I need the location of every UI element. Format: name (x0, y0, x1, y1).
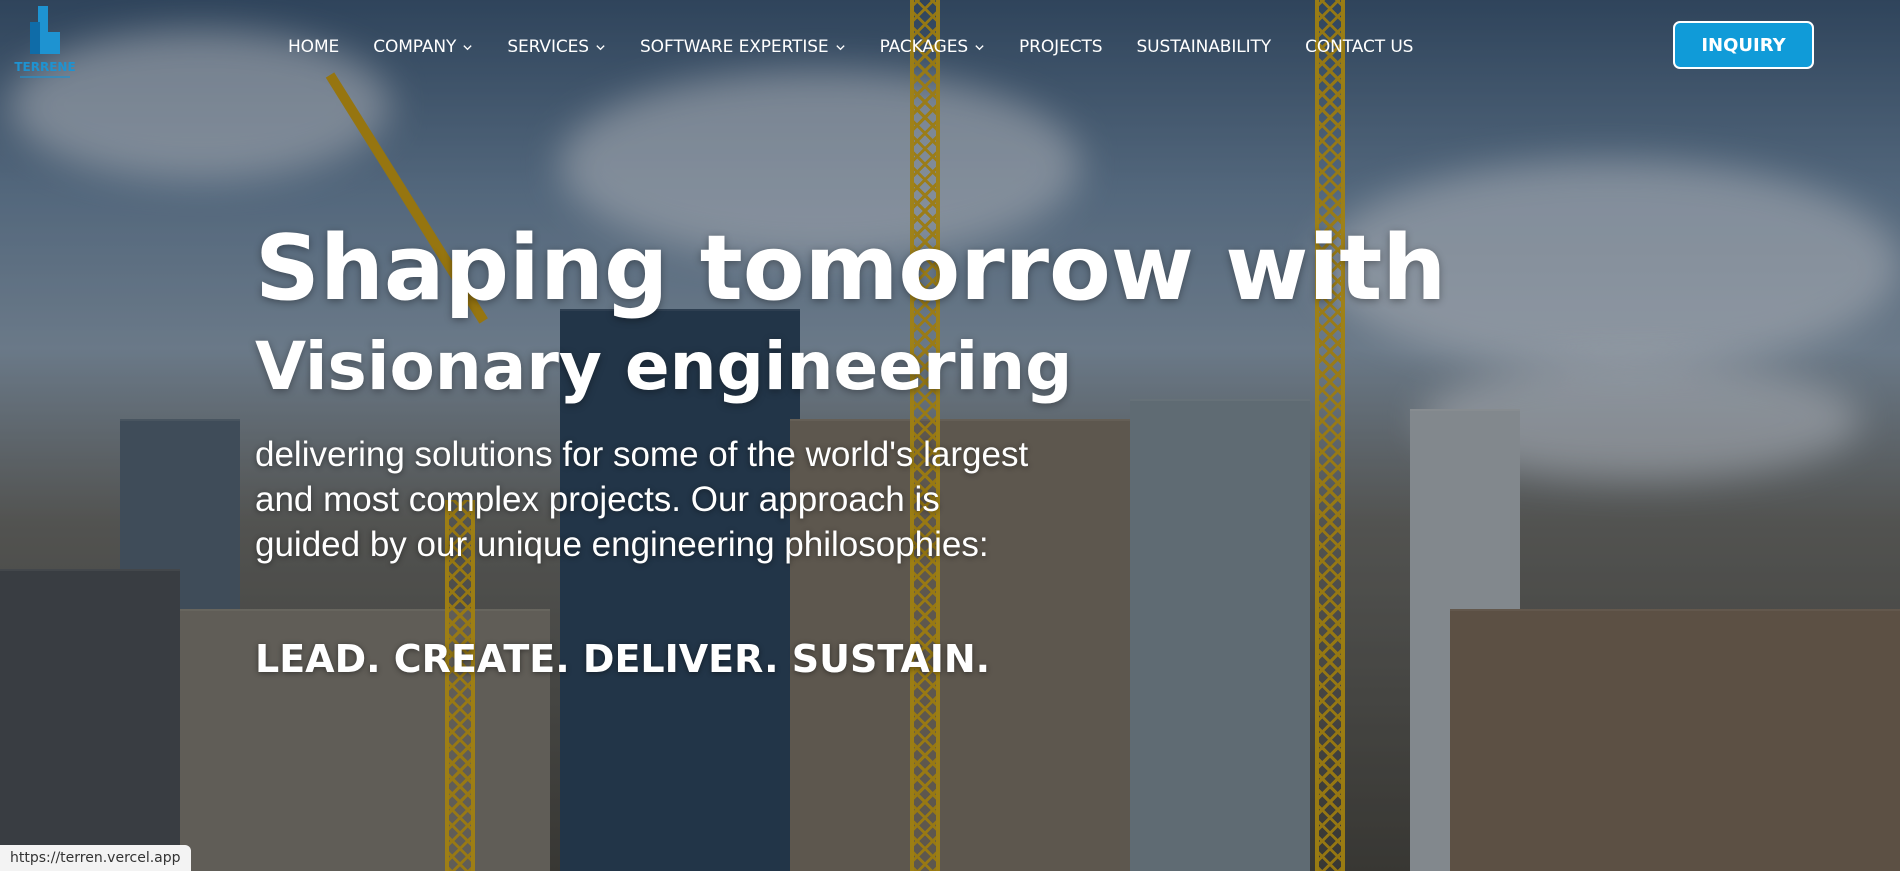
hero-intro-text: delivering solutions for some of the wor… (255, 435, 1029, 564)
chevron-down-icon (835, 44, 845, 50)
logo-text: TERRENE (14, 60, 75, 74)
chevron-down-icon (596, 44, 605, 50)
building-logo-icon: TERRENE (14, 6, 76, 78)
nav-label: SUSTAINABILITY (1136, 37, 1272, 57)
nav-sustainability[interactable]: SUSTAINABILITY (1136, 37, 1271, 57)
nav-label: SERVICES (507, 37, 589, 57)
nav-services[interactable]: SERVICES (507, 37, 606, 57)
nav-contact-us[interactable]: CONTACT US (1305, 37, 1413, 57)
top-navigation: TERRENE HOME COMPANY SERVICES SOFTWARE E… (0, 0, 1900, 95)
chevron-down-icon (975, 44, 984, 50)
main-menu: HOME COMPANY SERVICES SOFTWARE EXPERTISE… (288, 37, 1447, 57)
browser-status-url: https://terren.vercel.app (0, 845, 191, 871)
company-logo[interactable]: TERRENE (10, 4, 80, 86)
nav-label: PROJECTS (1019, 37, 1103, 57)
hero-headline-primary: Shaping tomorrow with (255, 216, 1447, 321)
nav-label: HOME (288, 37, 340, 57)
nav-label: CONTACT US (1305, 37, 1414, 57)
nav-home[interactable]: HOME (288, 37, 339, 57)
nav-packages[interactable]: PACKAGES (880, 37, 985, 57)
nav-label: SOFTWARE EXPERTISE (639, 37, 829, 57)
nav-label: PACKAGES (879, 37, 969, 57)
hero-slogan: LEAD. CREATE. DELIVER. SUSTAIN. (255, 637, 991, 681)
nav-software-expertise[interactable]: SOFTWARE EXPERTISE (640, 37, 846, 57)
nav-label: COMPANY (373, 37, 457, 57)
nav-projects[interactable]: PROJECTS (1019, 37, 1103, 57)
chevron-down-icon (463, 44, 472, 50)
inquiry-button[interactable]: INQUIRY (1673, 21, 1814, 69)
hero-headline-secondary: Visionary engineering (255, 328, 1073, 405)
nav-company[interactable]: COMPANY (373, 37, 473, 57)
